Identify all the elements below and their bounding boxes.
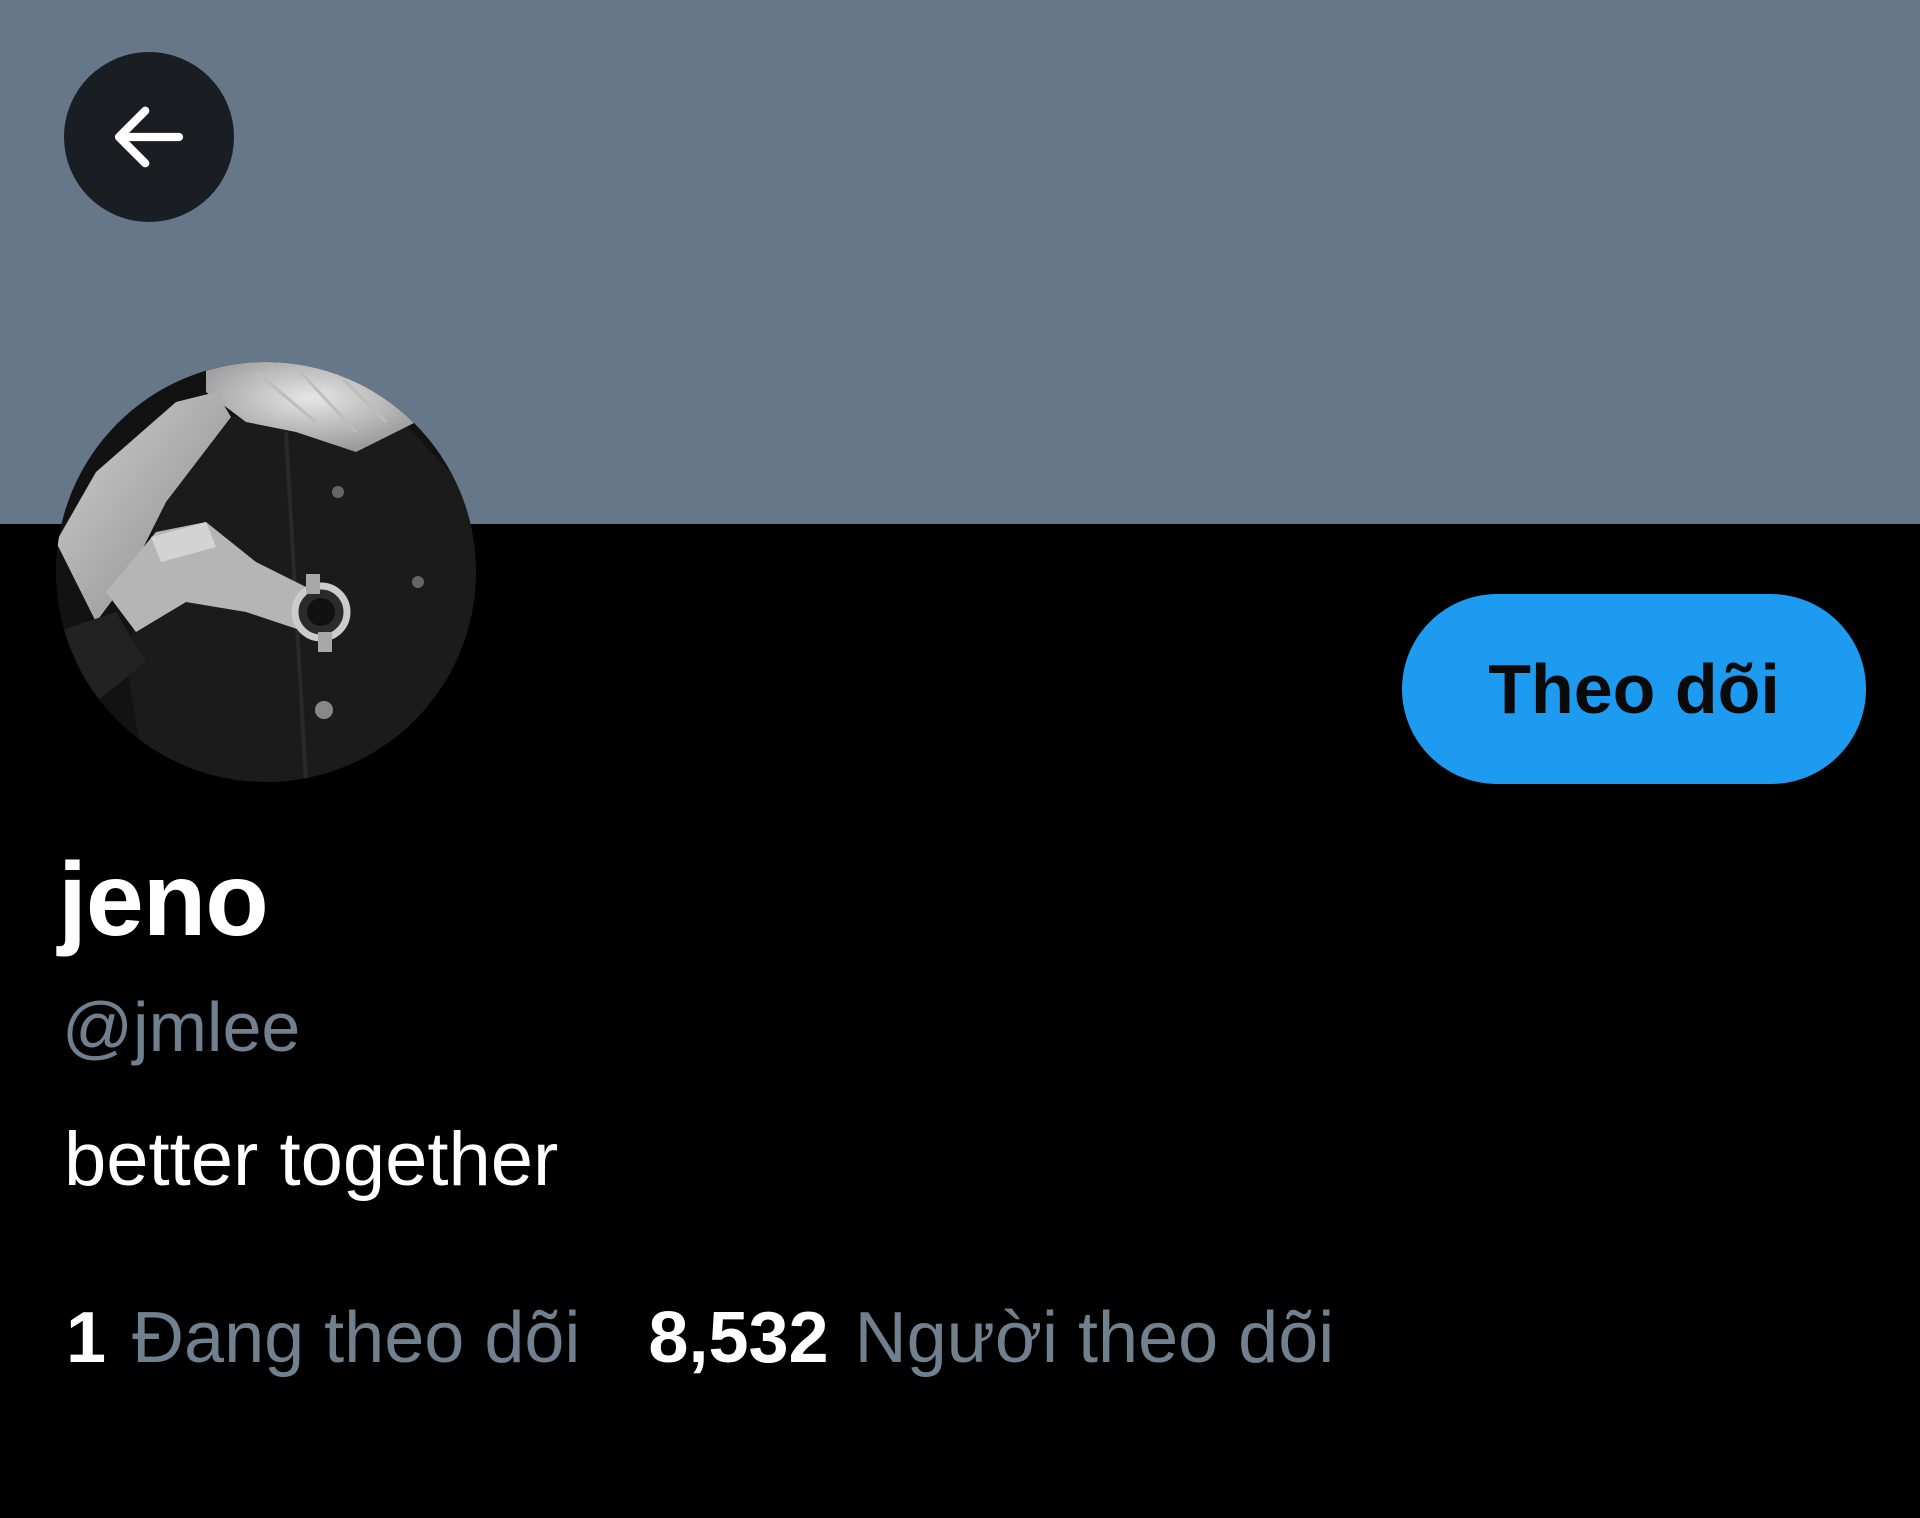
display-name: jeno bbox=[58, 842, 269, 958]
profile-bio: better together bbox=[64, 1117, 559, 1202]
followers-link[interactable]: 8,532 Người theo dõi bbox=[648, 1302, 1334, 1374]
following-count: 1 bbox=[66, 1298, 107, 1378]
profile-page: Theo dõi jeno @jmlee better together 1 Đ… bbox=[0, 0, 1920, 1518]
followers-count: 8,532 bbox=[648, 1298, 829, 1378]
user-handle: @jmlee bbox=[62, 988, 301, 1066]
profile-stats: 1 Đang theo dõi 8,532 Người theo dõi bbox=[66, 1302, 1334, 1374]
arrow-left-icon bbox=[104, 92, 194, 182]
follow-button[interactable]: Theo dõi bbox=[1402, 594, 1866, 784]
back-button[interactable] bbox=[64, 52, 234, 222]
following-link[interactable]: 1 Đang theo dõi bbox=[66, 1302, 580, 1374]
followers-label: Người theo dõi bbox=[854, 1298, 1335, 1378]
following-label: Đang theo dõi bbox=[132, 1298, 581, 1378]
profile-avatar[interactable] bbox=[56, 362, 476, 782]
